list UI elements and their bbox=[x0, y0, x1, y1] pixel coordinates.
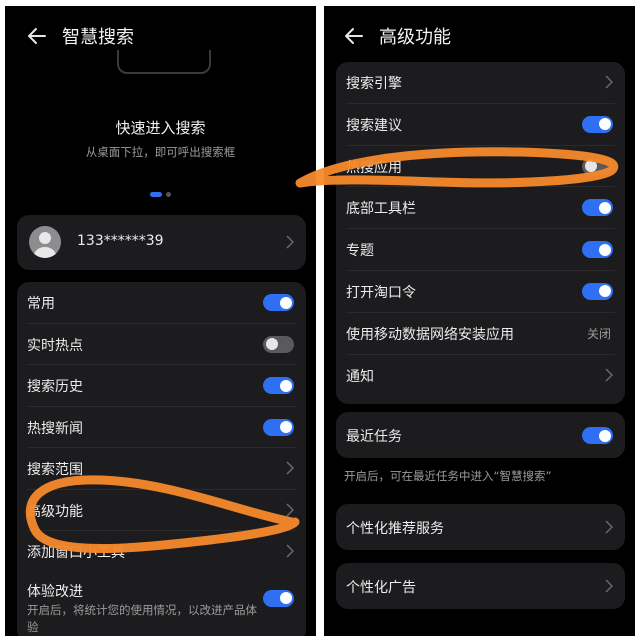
setting-label: 常用 bbox=[27, 296, 55, 312]
setting-label: 添加窗口小工具 bbox=[27, 545, 125, 561]
setting-label: 搜索建议 bbox=[346, 117, 402, 134]
setting-label: 最近任务 bbox=[346, 429, 402, 445]
account-phone: 133******39 bbox=[77, 233, 164, 249]
carousel-dot[interactable] bbox=[166, 192, 171, 197]
setting-label: 专题 bbox=[346, 243, 374, 260]
advanced-features-screen: 高级功能 搜索引擎搜索建议热搜应用底部工具栏专题打开淘口令使用移动数据网络安装应… bbox=[324, 6, 635, 636]
setting-row[interactable]: 实时热点 bbox=[17, 324, 306, 365]
header: 高级功能 bbox=[324, 18, 635, 54]
setting-row[interactable]: 搜索历史 bbox=[17, 365, 306, 407]
advanced-settings-card: 搜索引擎搜索建议热搜应用底部工具栏专题打开淘口令使用移动数据网络安装应用 关闭通知 bbox=[336, 62, 625, 404]
recent-tasks-note: 开启后，可在最近任务中进入“智慧搜索” bbox=[344, 469, 552, 483]
chevron-right-icon bbox=[605, 368, 613, 382]
setting-row[interactable]: 常用 bbox=[17, 282, 306, 324]
smart-search-screen: 智慧搜索 快速进入搜索 从桌面下拉，即可呼出搜索框 133******39 常用… bbox=[5, 6, 316, 636]
personal-service-card[interactable]: 个性化推荐服务 bbox=[336, 504, 625, 550]
setting-label: 热搜应用 bbox=[346, 159, 402, 176]
back-arrow-icon[interactable] bbox=[25, 24, 49, 48]
setting-label: 个性化推荐服务 bbox=[346, 521, 444, 537]
setting-row[interactable]: 搜索建议 bbox=[336, 104, 625, 146]
setting-label: 使用移动数据网络安装应用 bbox=[346, 326, 514, 343]
setting-row[interactable]: 热搜新闻 bbox=[17, 407, 306, 448]
chevron-right-icon bbox=[286, 544, 294, 558]
chevron-right-icon bbox=[605, 579, 613, 593]
setting-description: 开启后，将统计您的使用情况，以改进产品体验 bbox=[27, 602, 257, 634]
setting-label: 搜索历史 bbox=[27, 379, 83, 395]
chevron-right-icon bbox=[286, 461, 294, 475]
experience-toggle[interactable] bbox=[263, 589, 294, 607]
setting-label: 打开淘口令 bbox=[346, 284, 416, 301]
setting-row[interactable]: 热搜应用 bbox=[336, 146, 625, 188]
setting-row[interactable]: 搜索范围 bbox=[17, 448, 306, 490]
chevron-right-icon bbox=[286, 502, 294, 517]
setting-label: 实时热点 bbox=[27, 337, 83, 354]
setting-toggle[interactable] bbox=[263, 294, 294, 311]
setting-toggle[interactable] bbox=[582, 157, 613, 175]
setting-row[interactable]: 高级功能 bbox=[17, 490, 306, 531]
header: 智慧搜索 bbox=[5, 18, 316, 54]
setting-toggle[interactable] bbox=[582, 115, 613, 133]
chevron-right-icon bbox=[605, 75, 613, 89]
setting-label: 底部工具栏 bbox=[346, 201, 416, 218]
user-icon bbox=[34, 232, 56, 258]
setting-toggle[interactable] bbox=[263, 335, 294, 353]
settings-card: 常用实时热点搜索历史热搜新闻搜索范围高级功能添加窗口小工具 体验改进 开启后，将… bbox=[17, 282, 306, 636]
hero-subtitle: 从桌面下拉，即可呼出搜索框 bbox=[85, 145, 236, 159]
setting-value: 关闭 bbox=[586, 326, 611, 341]
setting-label: 热搜新闻 bbox=[27, 420, 83, 437]
chevron-right-icon bbox=[605, 520, 613, 534]
hero-title: 快速进入搜索 bbox=[115, 119, 206, 137]
setting-toggle[interactable] bbox=[263, 377, 294, 394]
carousel-dot-active[interactable] bbox=[150, 192, 162, 197]
setting-label: 通知 bbox=[346, 368, 374, 385]
setting-row[interactable]: 添加窗口小工具 bbox=[17, 531, 306, 573]
setting-row[interactable]: 底部工具栏 bbox=[336, 187, 625, 230]
setting-row[interactable]: 搜索引擎 bbox=[336, 62, 625, 104]
recent-tasks-toggle[interactable] bbox=[582, 427, 613, 444]
setting-row-recent[interactable]: 最近任务 bbox=[336, 412, 625, 458]
setting-label: 搜索范围 bbox=[27, 462, 83, 478]
avatar bbox=[29, 226, 61, 258]
setting-toggle[interactable] bbox=[582, 199, 613, 217]
setting-label: 个性化广告 bbox=[346, 580, 416, 596]
setting-toggle[interactable] bbox=[263, 418, 294, 436]
setting-row-experience[interactable]: 体验改进 开启后，将统计您的使用情况，以改进产品体验 bbox=[17, 573, 306, 635]
setting-toggle[interactable] bbox=[582, 282, 613, 300]
setting-label: 搜索引擎 bbox=[346, 76, 402, 92]
back-arrow-icon[interactable] bbox=[342, 24, 366, 48]
setting-label: 体验改进 bbox=[27, 583, 83, 600]
account-card[interactable]: 133******39 bbox=[17, 215, 306, 270]
setting-label: 高级功能 bbox=[27, 503, 83, 520]
page-title: 智慧搜索 bbox=[62, 27, 134, 48]
setting-toggle[interactable] bbox=[582, 241, 613, 259]
phone-illustration bbox=[117, 50, 211, 74]
page-title: 高级功能 bbox=[379, 27, 451, 48]
personal-ads-card[interactable]: 个性化广告 bbox=[336, 563, 625, 609]
recent-tasks-card: 最近任务 bbox=[336, 412, 625, 458]
setting-row[interactable]: 通知 bbox=[336, 355, 625, 397]
setting-row[interactable]: 专题 bbox=[336, 229, 625, 271]
setting-row[interactable]: 使用移动数据网络安装应用 关闭 bbox=[336, 313, 625, 355]
chevron-right-icon bbox=[286, 235, 294, 249]
setting-row[interactable]: 打开淘口令 bbox=[336, 271, 625, 313]
